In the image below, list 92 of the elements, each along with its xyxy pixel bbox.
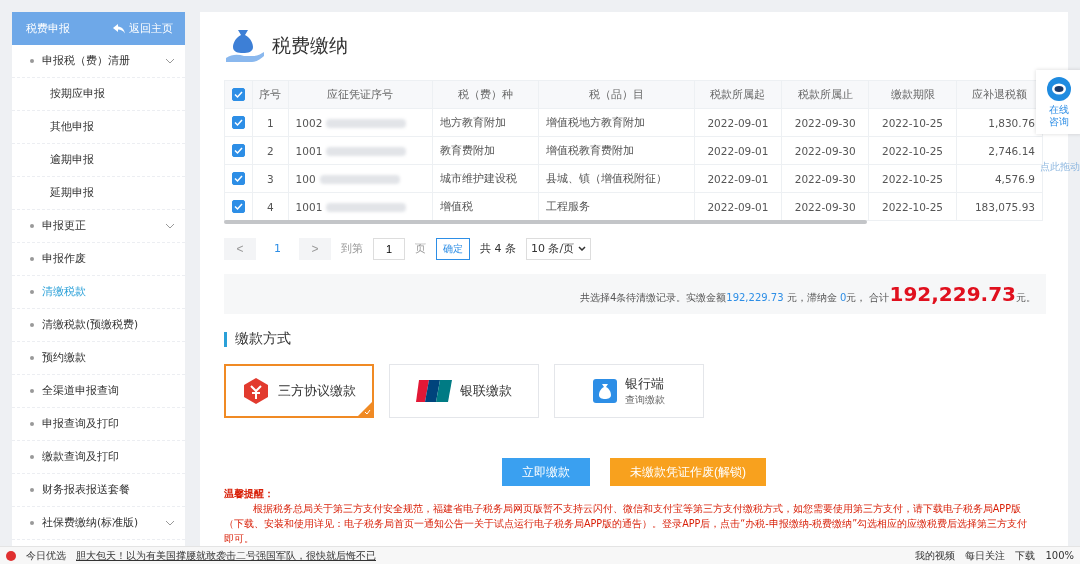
page-size-select[interactable]: 10 条/页 <box>526 237 592 260</box>
cube-icon <box>242 377 270 405</box>
total-count: 共 4 条 <box>480 241 516 257</box>
table-cell: 1001 <box>295 144 323 157</box>
drag-hint: 点此拖动 <box>1040 160 1080 174</box>
checkbox[interactable] <box>232 200 245 214</box>
table-cell: 1 <box>266 116 274 129</box>
caret-icon <box>578 246 587 252</box>
news-link[interactable]: 胆大包天！以为有美国撑腰就敢袭击二号强国军队，很快就后悔不已 <box>76 548 906 563</box>
column-header: 缴款期限 <box>868 80 957 109</box>
table-cell: 2 <box>266 144 274 157</box>
table-cell: 2022-09-30 <box>794 144 856 157</box>
table-cell: 城市维护建设税 <box>439 171 517 184</box>
notice-title: 温馨提醒： <box>224 487 275 501</box>
checkbox[interactable] <box>232 116 245 130</box>
table-cell: 2022-10-25 <box>882 144 944 157</box>
sidebar-item[interactable]: 财务报表报送套餐 <box>12 474 185 507</box>
reply-arrow-icon <box>113 23 125 34</box>
column-header: 税款所属止 <box>781 80 869 109</box>
payment-option[interactable]: 三方协议缴款 <box>224 364 374 418</box>
zoom-level[interactable]: 100% <box>1045 550 1074 561</box>
payment-option[interactable]: 银联缴款 <box>389 364 539 418</box>
table-cell: 增值税 <box>439 199 473 212</box>
section-title: 缴款方式 <box>235 330 291 348</box>
table-cell: 工程服务 <box>545 199 590 212</box>
page-number[interactable]: 1 <box>266 242 289 256</box>
table-cell: 增值税教育费附加 <box>545 143 634 156</box>
table-cell: 2022-10-25 <box>882 172 944 185</box>
sidebar-item[interactable]: 缴款查询及打印 <box>12 441 185 474</box>
column-header: 应征凭证序号 <box>288 80 433 109</box>
column-header: 税款所属起 <box>694 80 782 109</box>
sidebar-item[interactable]: 逾期申报 <box>12 144 185 177</box>
sidebar-item[interactable]: 预约缴款 <box>12 342 185 375</box>
scrollbar[interactable] <box>224 220 867 224</box>
table-cell: 100 <box>295 172 316 185</box>
table-cell: 2022-09-01 <box>707 116 769 129</box>
table-cell: 2022-09-01 <box>707 144 769 157</box>
sidebar-item[interactable]: 按期应申报 <box>12 78 185 111</box>
page-title: 税费缴纳 <box>272 33 348 58</box>
sidebar-item[interactable]: 申报查询及打印 <box>12 408 185 441</box>
checkbox[interactable] <box>232 144 245 158</box>
goto-label: 到第 <box>341 241 363 257</box>
sidebar-item[interactable]: 清缴税款(预缴税费) <box>12 309 185 342</box>
table-cell: 2022-09-30 <box>794 116 856 129</box>
sidebar-item[interactable]: 申报作废 <box>12 243 185 276</box>
table-cell: 4,576.9 <box>994 172 1035 185</box>
table-cell: 2022-09-30 <box>794 200 856 213</box>
download-link[interactable]: 下载 <box>1015 548 1036 563</box>
table-cell: 1002 <box>295 116 323 129</box>
table-cell: 2,746.14 <box>988 144 1035 157</box>
table-cell: 教育费附加 <box>439 143 495 156</box>
sidebar-item[interactable]: 全渠道申报查询 <box>12 375 185 408</box>
page-input[interactable]: 1 <box>373 237 405 260</box>
check-corner-icon <box>358 402 372 416</box>
sidebar-item[interactable]: 延期申报 <box>12 177 185 210</box>
sidebar-item[interactable]: 其他申报 <box>12 111 185 144</box>
table-cell: 1001 <box>295 200 323 213</box>
chevron-down-icon <box>165 223 175 229</box>
table-cell: 3 <box>266 172 274 185</box>
table-cell: 增值税地方教育附加 <box>545 115 645 128</box>
page-unit: 页 <box>415 241 426 257</box>
chevron-down-icon <box>165 58 175 64</box>
confirm-button[interactable]: 确定 <box>436 237 470 260</box>
column-header: 税（品）目 <box>538 80 695 109</box>
sidebar-item[interactable]: 申报更正 <box>12 210 185 243</box>
checkbox[interactable] <box>232 172 245 186</box>
payment-option[interactable]: 银行端 查询缴款 <box>554 364 704 418</box>
video-link[interactable]: 我的视频 <box>915 548 956 563</box>
sidebar-title: 税费申报 <box>26 21 70 36</box>
table-cell: 2022-10-25 <box>882 200 944 213</box>
table-cell: 183,075.93 <box>974 200 1035 213</box>
chat-widget[interactable]: 在线咨询 <box>1036 70 1080 134</box>
column-header: 序号 <box>252 80 289 109</box>
follow-link[interactable]: 每日关注 <box>965 548 1006 563</box>
sidebar-item[interactable]: 社保费缴纳(标准版) <box>12 507 185 540</box>
card-logo-icon <box>416 380 452 402</box>
table-cell: 4 <box>266 200 274 213</box>
table-cell: 1,830.76 <box>988 116 1035 129</box>
table-cell: 地方教育附加 <box>439 115 506 128</box>
column-header: 税（费）种 <box>432 80 539 109</box>
table-cell: 2022-09-01 <box>707 200 769 213</box>
sidebar-item[interactable]: 申报税（费）清册 <box>12 45 185 78</box>
table-cell: 2022-10-25 <box>882 116 944 129</box>
status-text: 今日优选 <box>26 548 66 563</box>
notice-text: 根据税务总局关于第三方支付安全规范，福建省电子税务局网页版暂不支持云闪付、微信和支付宝等第三方支付缴税方式，如您需要使用第三方支付，请下载电子税务局APP版（下载、安装和使用详见：电子税务局首页一通知公告一关于试点运行电子税务局APP版的通告）。登录APP后，点击“办税-申报缴纳-税费缴纳”勾选相应的应缴税费后选择第三方支付即可。 <box>224 502 1029 546</box>
money-bag-icon <box>593 379 617 403</box>
checkbox[interactable] <box>232 88 245 102</box>
summary-text: 共选择4条待清缴记录。实缴金额192,229.73 元，滞纳金 0元， 合计192,229.73元。 <box>579 282 1036 306</box>
table-cell: 县城、镇（增值税附征） <box>545 171 667 184</box>
chevron-down-icon <box>165 520 175 526</box>
table-cell: 2022-09-30 <box>794 172 856 185</box>
table-cell: 2022-09-01 <box>707 172 769 185</box>
